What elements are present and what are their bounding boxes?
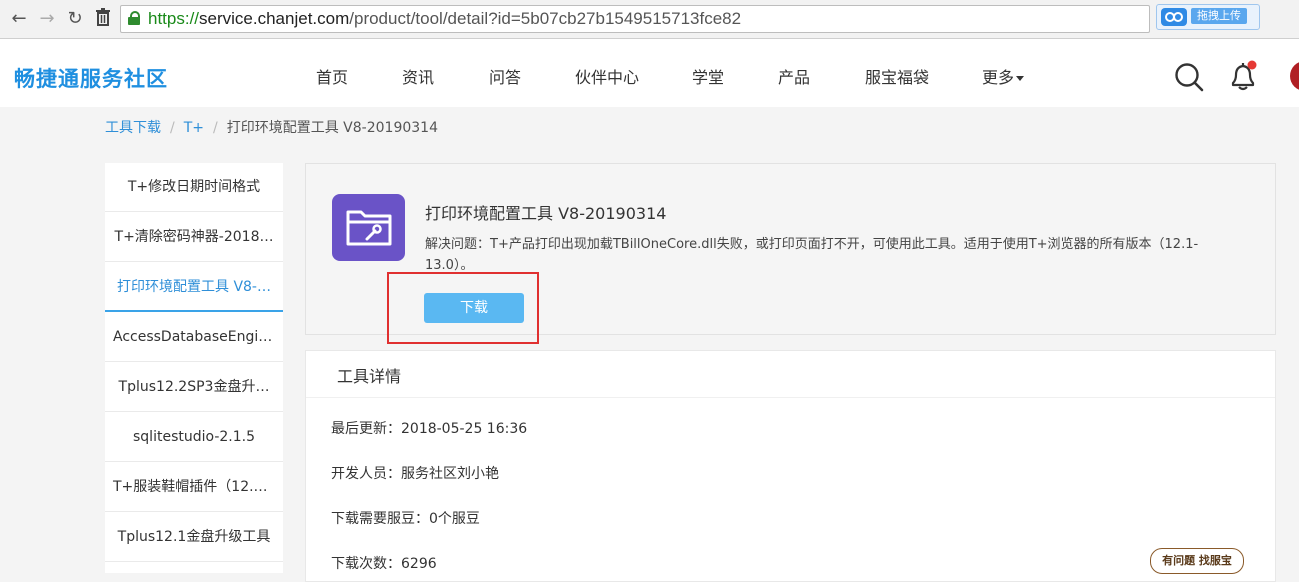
details-title: 工具详情 — [337, 367, 402, 386]
sidebar-item-active[interactable]: 打印环境配置工具 V8-… — [105, 263, 283, 312]
detail-required-beans: 下载需要服豆：0个服豆 — [331, 511, 480, 527]
tool-sidebar: T+修改日期时间格式 T+清除密码神器-2018… 打印环境配置工具 V8-… … — [105, 163, 283, 573]
trash-icon[interactable] — [92, 8, 114, 30]
nav-more[interactable]: 更多 — [982, 64, 1025, 88]
detail-last-updated: 最后更新：2018-05-25 16:36 — [331, 421, 528, 437]
search-icon[interactable] — [1174, 62, 1204, 92]
tool-details-card: 工具详情 最后更新：2018-05-25 16:36 开发人员：服务社区刘小艳 … — [305, 350, 1276, 582]
folder-wrench-icon — [332, 194, 405, 261]
chevron-down-icon — [1016, 76, 1025, 81]
sidebar-item[interactable]: Tplus12.2SP3金盘升… — [105, 363, 283, 412]
sidebar-item[interactable]: T+修改日期时间格式 — [105, 163, 283, 212]
url-text: https://service.chanjet.com/product/tool… — [148, 9, 742, 28]
nav-news[interactable]: 资讯 — [402, 64, 434, 88]
bell-icon[interactable] — [1228, 59, 1260, 93]
breadcrumb-separator: / — [170, 120, 175, 136]
sidebar-item[interactable]: sqlitestudio-2.1.5 — [105, 413, 283, 462]
tool-description: 解决问题：T+产品打印出现加载TBillOneCore.dll失败，或打印页面打… — [425, 237, 1199, 273]
sidebar-item[interactable]: AccessDatabaseEngin… — [105, 313, 283, 362]
address-bar[interactable]: https://service.chanjet.com/product/tool… — [120, 5, 1150, 33]
sidebar-item[interactable]: Tplus12.1金盘升级工具 — [105, 513, 283, 562]
sidebar-item[interactable]: T+服装鞋帽插件（12.1） — [105, 463, 283, 512]
help-badge-button[interactable]: 有问题 找服宝 — [1150, 548, 1244, 574]
breadcrumb-current: 打印环境配置工具 V8-20190314 — [226, 120, 438, 136]
upload-extension-button[interactable]: 拖拽上传 — [1156, 4, 1260, 30]
browser-toolbar: ← → ↻ https://service.chanjet.com/produc… — [0, 0, 1299, 39]
nav-home[interactable]: 首页 — [316, 64, 348, 88]
sidebar-item[interactable]: T+清除密码神器-2018… — [105, 213, 283, 262]
upload-label: 拖拽上传 — [1191, 8, 1247, 24]
reload-icon[interactable]: ↻ — [64, 8, 86, 30]
site-header: 畅捷通服务社区 首页 资讯 问答 伙伴中心 学堂 产品 服宝福袋 更多 — [0, 39, 1299, 107]
nav-academy[interactable]: 学堂 — [692, 64, 724, 88]
breadcrumb-tplus[interactable]: T+ — [184, 120, 204, 136]
nav-products[interactable]: 产品 — [778, 64, 810, 88]
detail-developer: 开发人员：服务社区刘小艳 — [331, 466, 499, 482]
lock-icon — [128, 11, 140, 25]
breadcrumb-tool-download[interactable]: 工具下载 — [105, 120, 161, 136]
nav-qa[interactable]: 问答 — [489, 64, 521, 88]
cloud-icon — [1161, 8, 1187, 26]
nav-partner-center[interactable]: 伙伴中心 — [575, 64, 639, 88]
detail-download-count: 下载次数：6296 — [331, 556, 437, 572]
details-divider — [306, 397, 1275, 398]
tool-title: 打印环境配置工具 V8-20190314 — [425, 204, 667, 223]
back-icon[interactable]: ← — [8, 8, 30, 30]
highlight-annotation-box — [387, 272, 539, 344]
avatar[interactable] — [1290, 61, 1299, 91]
forward-icon[interactable]: → — [36, 8, 58, 30]
site-logo[interactable]: 畅捷通服务社区 — [14, 63, 168, 93]
breadcrumb-separator: / — [213, 120, 218, 136]
breadcrumb: 工具下载 / T+ / 打印环境配置工具 V8-20190314 — [105, 117, 438, 137]
nav-lucky-bag[interactable]: 服宝福袋 — [865, 64, 929, 88]
